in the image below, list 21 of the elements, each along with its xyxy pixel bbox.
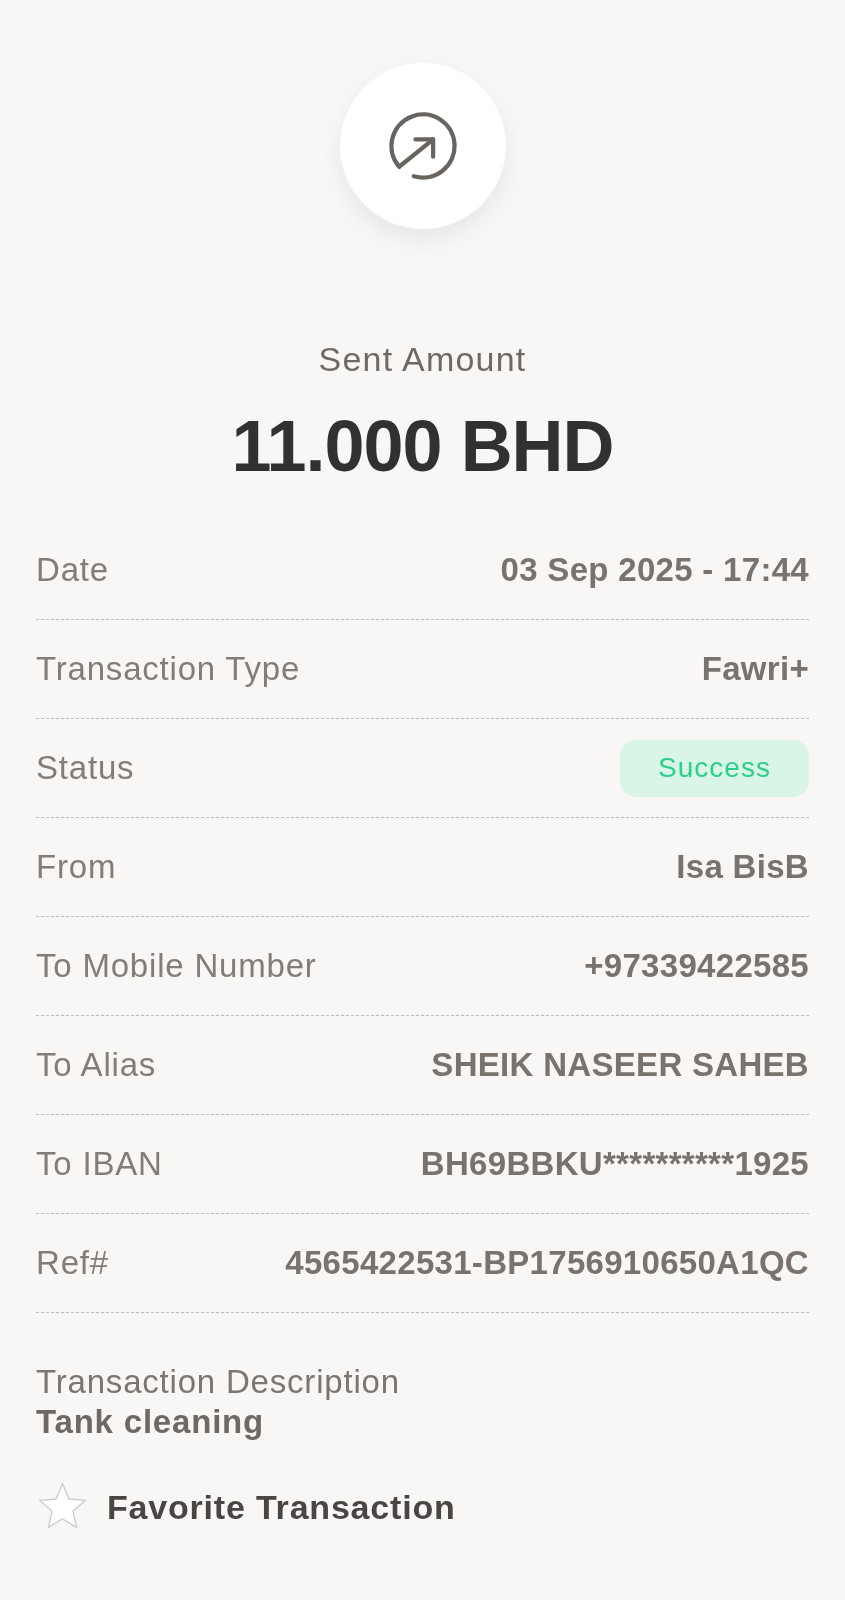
- detail-label: Date: [36, 550, 109, 590]
- amount-title: Sent Amount: [317, 339, 528, 379]
- detail-label: Transaction Type: [36, 649, 301, 689]
- detail-value: Fawri+: [701, 649, 809, 689]
- detail-value: 4565422531-BP1756910650A1QC: [285, 1243, 809, 1283]
- detail-label: Status: [36, 748, 135, 788]
- detail-value: +97339422585: [584, 946, 809, 986]
- detail-label: To IBAN: [36, 1144, 163, 1184]
- favorite-button[interactable]: Favorite Transaction: [36, 1480, 456, 1533]
- detail-label: Ref#: [36, 1243, 109, 1283]
- detail-value: SHEIK NASEER SAHEB: [431, 1045, 809, 1085]
- detail-label: To Mobile Number: [36, 946, 317, 986]
- detail-label: To Alias: [36, 1045, 157, 1085]
- description-value: Tank cleaning: [36, 1402, 264, 1442]
- status-badge: Success: [620, 739, 809, 797]
- detail-value: Isa BisB: [676, 847, 809, 887]
- detail-value: BH69BBKU**********1925: [420, 1144, 809, 1184]
- detail-label: From: [36, 847, 117, 887]
- description-label: Transaction Description: [36, 1362, 400, 1402]
- detail-value: 03 Sep 2025 - 17:44: [500, 550, 809, 590]
- amount-value: 11.000 BHD: [230, 406, 615, 486]
